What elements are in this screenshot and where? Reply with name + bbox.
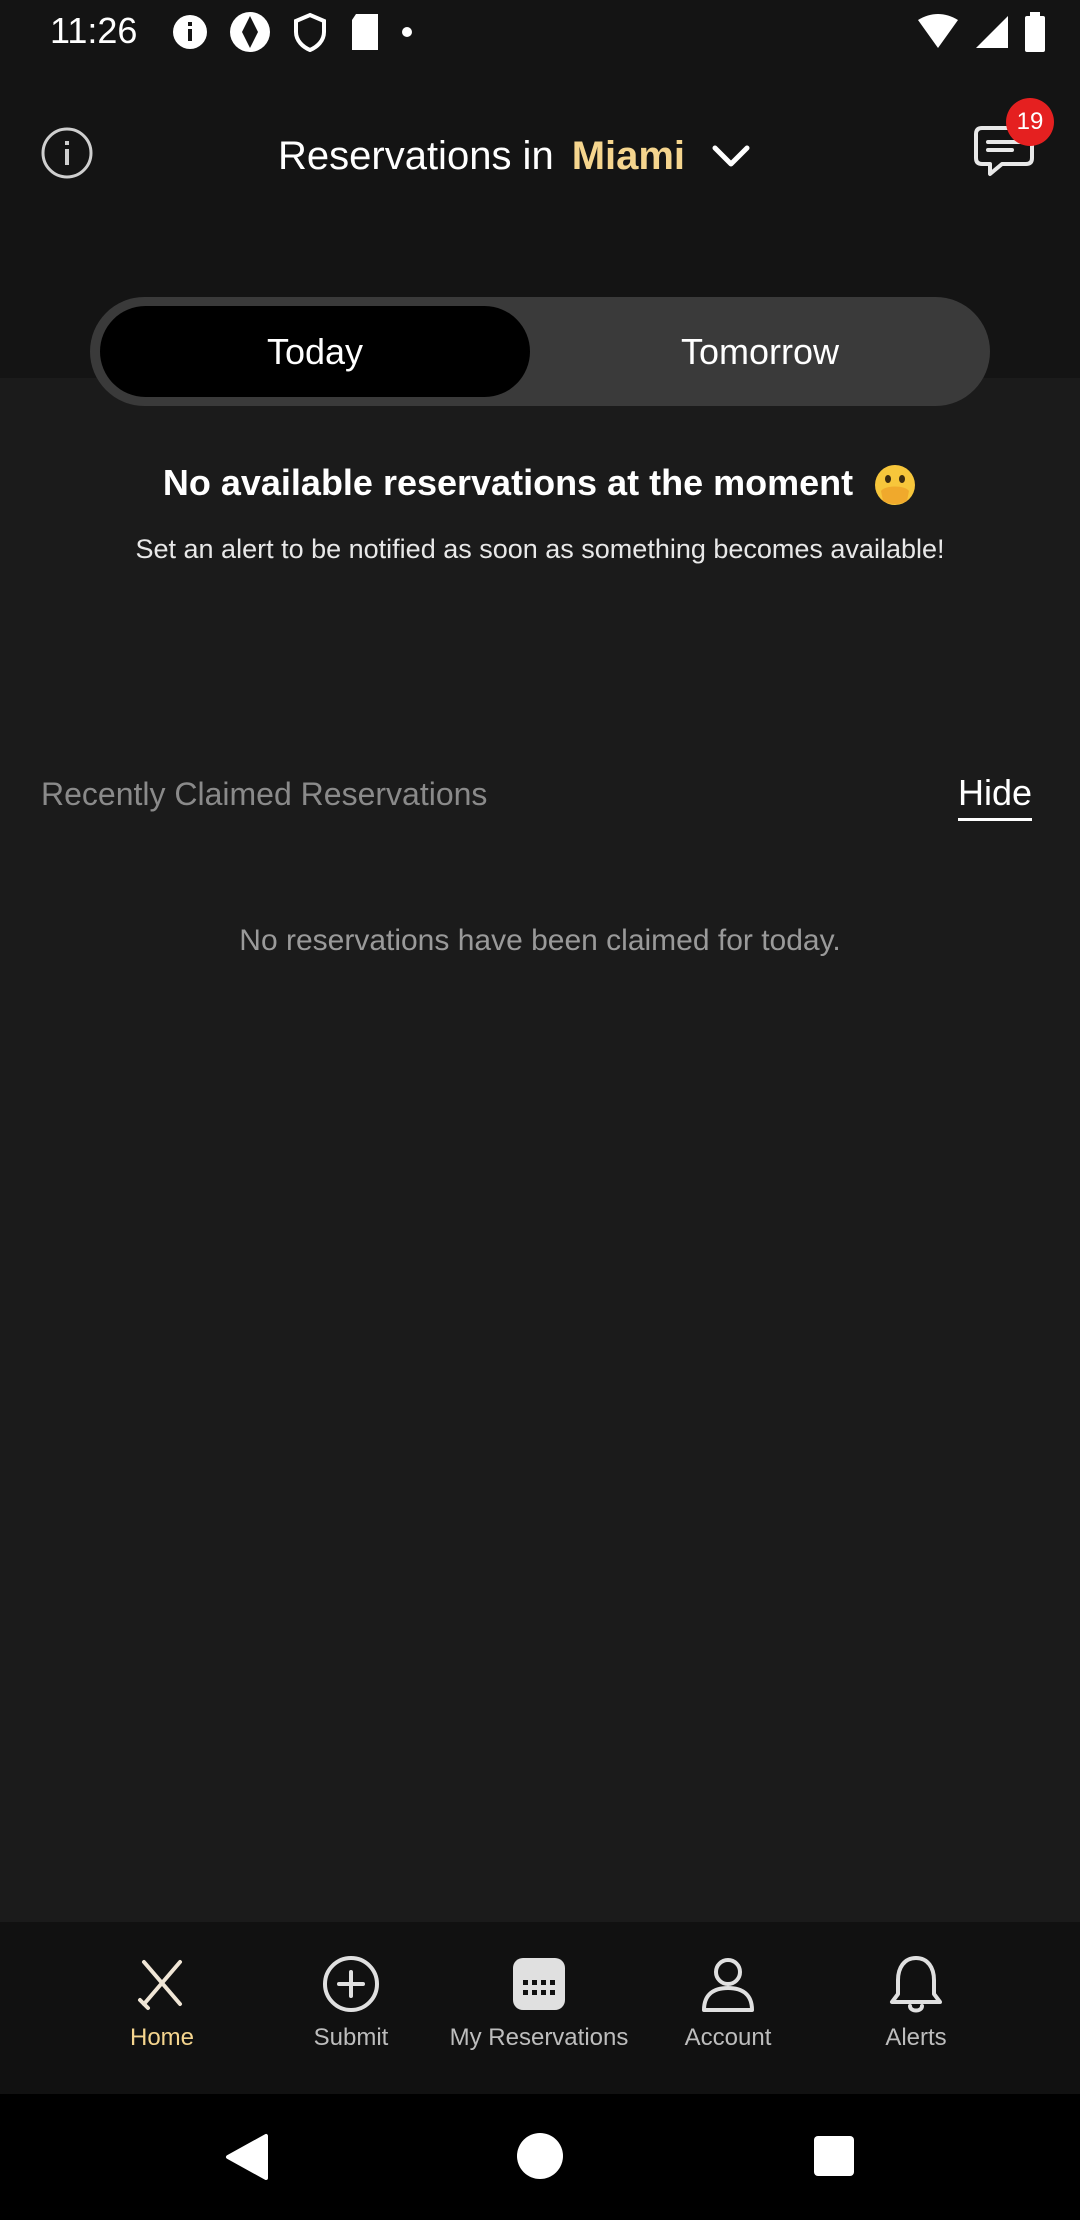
page-title: Reservations in xyxy=(278,133,554,178)
empty-state-subtitle: Set an alert to be notified as soon as s… xyxy=(135,534,945,564)
header: Reservations in Miami 19 Today Tomorrow xyxy=(0,64,1080,406)
back-icon[interactable] xyxy=(222,2132,272,2182)
bell-icon xyxy=(890,1956,942,2013)
info-icon xyxy=(41,127,93,179)
empty-state-title: No available reservations at the moment xyxy=(0,462,1080,507)
plus-circle-icon xyxy=(323,1956,379,2012)
shield-status-icon xyxy=(294,12,326,52)
info-button[interactable] xyxy=(38,124,96,182)
nav-home[interactable]: Home xyxy=(68,1922,256,2094)
wifi-icon xyxy=(918,14,958,48)
sd-card-status-icon xyxy=(352,14,378,50)
status-notification-icons xyxy=(170,10,414,54)
status-bar: 11:26 xyxy=(0,0,1080,64)
signal-icon xyxy=(976,16,1008,48)
hide-button[interactable]: Hide xyxy=(958,772,1033,821)
no-claimed-message: No reservations have been claimed for to… xyxy=(239,924,841,957)
nav-alerts[interactable]: Alerts xyxy=(822,1922,1010,2094)
home-circle-icon[interactable] xyxy=(515,2131,565,2181)
dot-status-icon xyxy=(402,27,412,37)
empty-state-title-text: No available reservations at the moment xyxy=(162,462,854,503)
nav-home-label: Home xyxy=(129,2024,195,2051)
status-system-icons xyxy=(916,10,1046,54)
nav-account[interactable]: Account xyxy=(634,1922,822,2094)
battery-icon xyxy=(1025,12,1045,52)
nav-submit[interactable]: Submit xyxy=(257,1922,445,2094)
nav-my-reservations-label: My Reservations xyxy=(449,2024,629,2051)
calendar-icon xyxy=(513,1958,565,2010)
toggle-today[interactable]: Today xyxy=(100,306,530,397)
info-status-icon xyxy=(173,15,207,49)
city-name: Miami xyxy=(571,133,686,178)
nav-account-label: Account xyxy=(684,2024,772,2051)
day-toggle: Today Tomorrow xyxy=(90,297,990,406)
city-selector[interactable]: Reservations in Miami xyxy=(278,126,755,186)
chevron-down-icon xyxy=(712,145,750,167)
nav-alerts-label: Alerts xyxy=(885,2024,947,2051)
recently-claimed-label: Recently Claimed Reservations xyxy=(41,776,488,812)
system-navigation-bar xyxy=(0,2094,1080,2220)
nav-my-reservations[interactable]: My Reservations xyxy=(445,1922,633,2094)
bottom-navigation: Home Submit My Reservations Account Aler… xyxy=(0,1922,1080,2094)
chat-badge-count: 19 xyxy=(1006,98,1054,146)
recents-square-icon[interactable] xyxy=(812,2134,856,2178)
nav-submit-label: Submit xyxy=(313,2024,389,2051)
aperture-status-icon xyxy=(230,12,270,52)
crossed-utensils-icon xyxy=(138,1960,182,2010)
status-time: 11:26 xyxy=(50,10,138,51)
toggle-tomorrow[interactable]: Tomorrow xyxy=(540,306,980,397)
person-icon xyxy=(702,1958,754,2012)
face-with-hand-over-mouth-icon xyxy=(875,465,916,506)
